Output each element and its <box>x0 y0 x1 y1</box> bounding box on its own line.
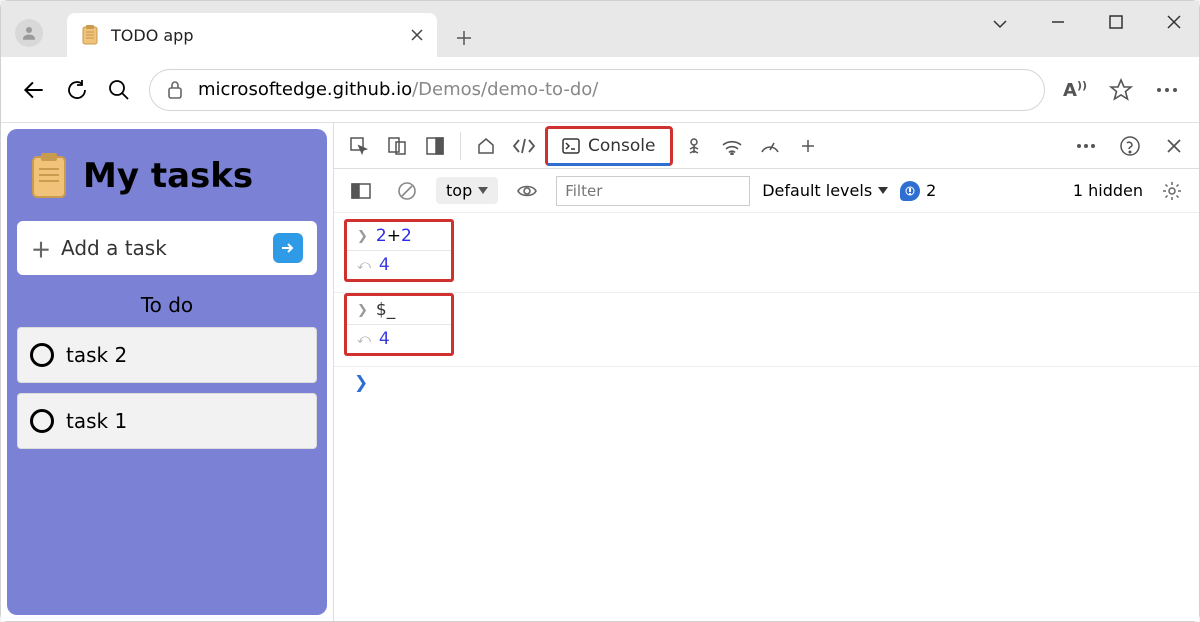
address-bar: microsoftedge.github.io/Demos/demo-to-do… <box>1 57 1199 123</box>
welcome-tab[interactable] <box>469 129 503 163</box>
console-input-text: 2+2 <box>376 226 412 246</box>
output-chevron-icon: ⤺ <box>357 258 371 273</box>
console-tab[interactable]: Console <box>545 126 673 166</box>
todo-app: My tasks ＋ Add a task To do task 2 task … <box>7 129 327 615</box>
console-input-text: $_ <box>376 300 395 320</box>
network-tab[interactable] <box>715 129 749 163</box>
url-text: microsoftedge.github.io/Demos/demo-to-do… <box>198 79 598 100</box>
more-tabs-button[interactable] <box>791 129 825 163</box>
inspect-element-button[interactable] <box>342 129 376 163</box>
section-heading: To do <box>17 293 317 317</box>
close-window-button[interactable] <box>1159 15 1189 33</box>
hidden-messages-label[interactable]: 1 hidden <box>1073 181 1143 200</box>
live-expression-button[interactable] <box>510 174 544 208</box>
issue-icon <box>900 181 920 201</box>
console-output-text: 4 <box>379 329 390 349</box>
clear-console-button[interactable] <box>390 174 424 208</box>
refresh-button[interactable] <box>65 78 89 102</box>
input-chevron-icon: ❯ <box>357 229 368 244</box>
tab-title: TODO app <box>111 26 399 45</box>
performance-tab[interactable] <box>753 129 787 163</box>
browser-tab[interactable]: TODO app <box>67 13 437 57</box>
console-output[interactable]: ❯ 2+2 ⤺ 4 ❯ $_ ⤺ 4 ❯ <box>334 213 1199 621</box>
checkbox-icon[interactable] <box>30 409 54 433</box>
url-input[interactable]: microsoftedge.github.io/Demos/demo-to-do… <box>149 69 1045 111</box>
output-chevron-icon: ⤺ <box>357 332 371 347</box>
sources-tab[interactable] <box>677 129 711 163</box>
close-devtools-button[interactable] <box>1157 129 1191 163</box>
window-titlebar: TODO app <box>1 1 1199 57</box>
toggle-sidebar-button[interactable] <box>344 174 378 208</box>
clipboard-icon <box>29 153 69 199</box>
console-output-text: 4 <box>379 255 390 275</box>
profile-avatar[interactable] <box>15 19 43 47</box>
add-task-input[interactable]: ＋ Add a task <box>17 221 317 275</box>
clipboard-icon <box>81 25 99 45</box>
chevron-down-icon[interactable] <box>985 15 1015 33</box>
submit-task-button[interactable] <box>273 233 303 263</box>
more-button[interactable] <box>1069 129 1103 163</box>
console-entry: ❯ $_ ⤺ 4 <box>344 293 454 356</box>
console-toolbar: top Default levels 2 1 hidden <box>334 169 1199 213</box>
close-icon[interactable] <box>411 29 423 41</box>
back-button[interactable] <box>21 77 47 103</box>
elements-tab[interactable] <box>507 129 541 163</box>
filter-input[interactable] <box>556 176 750 206</box>
input-chevron-icon: ❯ <box>357 303 368 318</box>
issues-button[interactable]: 2 <box>900 181 936 201</box>
read-aloud-button[interactable]: A)) <box>1063 79 1087 101</box>
task-label: task 1 <box>66 409 127 433</box>
search-icon[interactable] <box>107 78 131 102</box>
plus-icon: ＋ <box>31 234 51 263</box>
device-toggle-button[interactable] <box>380 129 414 163</box>
favorite-button[interactable] <box>1109 78 1133 102</box>
devtools-panel: Console top Default levels <box>333 123 1199 621</box>
tab-label: Console <box>588 136 656 156</box>
task-label: task 2 <box>66 343 127 367</box>
console-entry: ❯ 2+2 ⤺ 4 <box>344 219 454 282</box>
maximize-button[interactable] <box>1101 15 1131 33</box>
context-selector[interactable]: top <box>436 177 498 204</box>
more-button[interactable] <box>1155 86 1179 94</box>
console-prompt[interactable]: ❯ <box>344 367 1189 399</box>
log-levels-selector[interactable]: Default levels <box>762 181 888 200</box>
app-title: My tasks <box>83 156 253 196</box>
new-tab-button[interactable] <box>455 29 473 47</box>
devtools-tabbar: Console <box>334 123 1199 169</box>
add-task-label: Add a task <box>61 236 167 260</box>
task-item[interactable]: task 2 <box>17 327 317 383</box>
settings-icon[interactable] <box>1155 174 1189 208</box>
window-controls <box>985 15 1189 33</box>
checkbox-icon[interactable] <box>30 343 54 367</box>
lock-icon <box>166 80 184 100</box>
task-item[interactable]: task 1 <box>17 393 317 449</box>
dock-side-button[interactable] <box>418 129 452 163</box>
help-button[interactable] <box>1113 129 1147 163</box>
minimize-button[interactable] <box>1043 15 1073 33</box>
